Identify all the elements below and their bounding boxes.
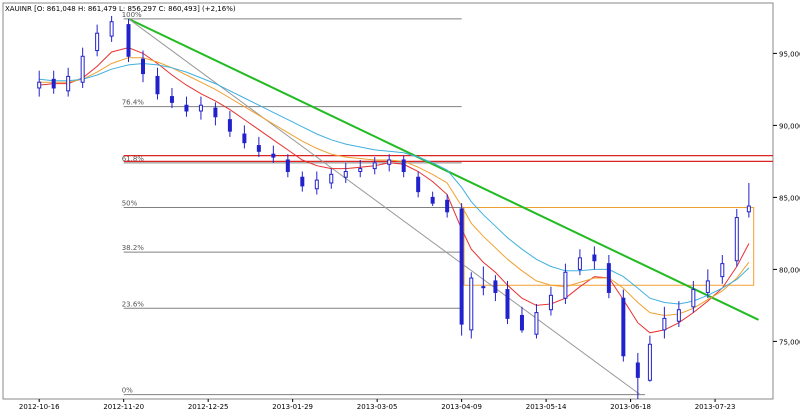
fib-level-label: 0% <box>122 387 133 395</box>
candle-body <box>534 312 539 335</box>
candle-body <box>155 75 160 95</box>
candle-body <box>662 317 667 331</box>
x-axis-tick-label: 2013-05-14 <box>526 403 567 411</box>
candle-body <box>563 271 568 299</box>
y-axis-tick-label: 95,000 <box>779 50 800 58</box>
candle-body <box>372 162 377 170</box>
candle-body <box>184 104 189 112</box>
candle-body <box>519 314 524 331</box>
y-axis-tick-label: 85,000 <box>779 194 800 202</box>
candle-body <box>459 208 464 325</box>
x-axis-tick-label: 2013-04-09 <box>441 403 482 411</box>
candle-body <box>109 21 114 37</box>
candle-body <box>720 263 725 278</box>
candle-body <box>493 280 498 293</box>
candle-body <box>621 297 626 357</box>
candle-body <box>66 75 71 92</box>
x-axis-tick-label: 2013-07-23 <box>695 403 736 411</box>
candle-body <box>734 217 739 262</box>
fib-level-label: 76.4% <box>122 99 145 107</box>
candle-body <box>213 107 218 118</box>
y-axis-tick-label: 75,000 <box>779 338 800 346</box>
chart-root: 0%23.6%38.2%50%61.8%76.4%100%75,00080,00… <box>0 0 800 411</box>
candle-body <box>329 173 334 184</box>
x-axis-tick-label: 2012-11-20 <box>103 403 144 411</box>
x-axis-tick-label: 2013-06-18 <box>610 403 651 411</box>
candle-body <box>505 289 510 319</box>
candle-body <box>548 294 553 311</box>
candle-body <box>387 159 392 165</box>
candle-body <box>314 179 319 190</box>
candle-body <box>343 170 348 178</box>
candle-body <box>481 286 486 289</box>
candle-body <box>256 145 261 152</box>
candle-body <box>705 280 710 293</box>
candle-body <box>227 119 232 132</box>
candle-body <box>469 277 474 331</box>
candle-body <box>141 58 145 75</box>
candle-body <box>430 196 435 204</box>
candle-body <box>169 96 174 103</box>
x-axis-tick-label: 2012-10-16 <box>19 403 60 411</box>
fib-level-label: 50% <box>122 199 138 207</box>
x-axis-tick-label: 2013-01-29 <box>272 403 313 411</box>
candle-body <box>126 24 131 57</box>
candle-body <box>358 168 363 172</box>
candle-body <box>285 159 290 172</box>
candle-body <box>198 104 203 112</box>
fib-level-label: 23.6% <box>122 300 145 308</box>
chart-title: XAUINR [O: 861,048 H: 861,479 L: 856,297… <box>5 5 236 13</box>
candle-body <box>242 133 247 144</box>
candle-body <box>691 289 696 308</box>
plot-frame <box>2 2 774 400</box>
candle-body <box>746 205 751 213</box>
candle-body <box>445 199 450 213</box>
candle-body <box>51 78 56 89</box>
fib-level-label: 38.2% <box>122 244 145 252</box>
candle-body <box>592 254 597 262</box>
y-axis-tick-label: 80,000 <box>779 266 800 274</box>
x-axis-tick-label: 2013-03-05 <box>357 403 398 411</box>
candle-body <box>401 159 406 172</box>
candle-body <box>80 55 85 83</box>
candle-body <box>577 257 582 270</box>
candle-body <box>606 263 611 293</box>
candlestick-chart: 0%23.6%38.2%50%61.8%76.4%100%75,00080,00… <box>2 2 800 411</box>
candle-body <box>676 309 681 322</box>
y-axis-tick-label: 90,000 <box>779 122 800 130</box>
candle-body <box>95 32 100 52</box>
candle-body <box>416 176 421 193</box>
candle-body <box>635 362 640 378</box>
candle-body <box>271 153 276 158</box>
x-axis-tick-label: 2012-12-25 <box>188 403 229 411</box>
candle-body <box>37 81 42 89</box>
candle-body <box>300 176 305 187</box>
candle-body <box>647 343 652 381</box>
